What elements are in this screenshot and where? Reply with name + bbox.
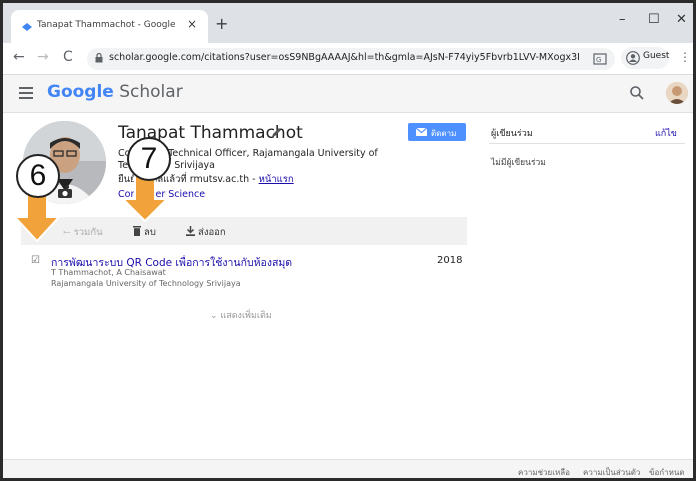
annotation-callout-6: 6	[16, 154, 60, 198]
tab-strip: Tanapat Thammachot - Google S × + – ☐ ✕	[3, 3, 693, 43]
google-scholar-logo[interactable]: Google Scholar	[47, 82, 183, 102]
merge-icon: ⤚	[63, 227, 74, 238]
footer-terms-link[interactable]: ข้อกำหนด	[649, 466, 685, 478]
svg-text:G: G	[596, 56, 601, 64]
page-footer: ความช่วยเหลือ ความเป็นส่วนตัว ข้อกำหนด	[3, 459, 693, 478]
article-authors: T Thammachot, A Chaisawat	[51, 268, 166, 277]
guest-profile-button[interactable]: Guest	[621, 47, 669, 69]
download-icon	[186, 226, 195, 236]
tab-close-icon[interactable]: ×	[187, 17, 197, 31]
address-bar-row: ← → C scholar.google.com/citations?user=…	[3, 43, 693, 75]
avatar-image-icon	[666, 82, 688, 104]
tab-title: Tanapat Thammachot - Google S	[37, 20, 177, 30]
homepage-link[interactable]: หน้าแรก	[259, 174, 294, 185]
article-venue: Rajamangala University of Technology Sri…	[51, 279, 241, 288]
show-more-button[interactable]: ⌄ แสดงเพิ่มเติม	[210, 308, 272, 322]
export-button[interactable]: ส่งออก	[186, 225, 226, 240]
logo-scholar: Scholar	[113, 82, 183, 102]
chevron-down-icon: ⌄	[210, 311, 221, 321]
person-icon	[626, 51, 640, 65]
reload-button[interactable]: C	[63, 49, 73, 65]
browser-menu-icon[interactable]: ⋮	[679, 50, 691, 64]
scholar-favicon-icon	[22, 23, 32, 31]
article-toolbar: ⤚ รวมกัน ลบ ส่งออก	[21, 217, 467, 245]
guest-label: Guest	[643, 51, 670, 61]
footer-help-link[interactable]: ความช่วยเหลือ	[518, 466, 570, 478]
translate-icon[interactable]: G	[593, 52, 607, 66]
hamburger-menu-icon[interactable]	[19, 87, 33, 99]
envelope-icon	[416, 128, 427, 136]
article-checkbox[interactable]: ☑	[31, 255, 40, 266]
coauthors-title: ผู้เขียนร่วม	[491, 129, 533, 139]
minimize-button[interactable]: –	[619, 12, 626, 27]
search-icon[interactable]	[629, 85, 645, 101]
logo-google: Google	[47, 82, 114, 102]
divider	[489, 143, 685, 144]
back-button[interactable]: ←	[13, 49, 25, 65]
scholar-header: Google Scholar	[3, 75, 693, 113]
forward-button[interactable]: →	[37, 49, 49, 65]
merge-label: รวมกัน	[73, 227, 103, 238]
delete-label: ลบ	[144, 227, 156, 238]
trash-icon	[133, 226, 141, 236]
browser-window: Tanapat Thammachot - Google S × + – ☐ ✕ …	[0, 0, 696, 481]
omnibox[interactable]: scholar.google.com/citations?user=osS9NB…	[87, 48, 615, 70]
maximize-button[interactable]: ☐	[648, 12, 660, 27]
annotation-callout-7: 7	[127, 137, 171, 181]
footer-privacy-link[interactable]: ความเป็นส่วนตัว	[583, 466, 640, 478]
new-tab-button[interactable]: +	[215, 16, 228, 32]
coauthors-empty-text: ไม่มีผู้เขียนร่วม	[491, 158, 546, 168]
lock-icon	[95, 53, 103, 63]
url-text[interactable]: scholar.google.com/citations?user=osS9NB…	[109, 52, 579, 63]
export-label: ส่งออก	[198, 227, 226, 238]
show-more-label: แสดงเพิ่มเติม	[220, 311, 272, 321]
close-window-button[interactable]: ✕	[676, 12, 687, 27]
merge-button[interactable]: ⤚ รวมกัน	[63, 225, 103, 240]
follow-label: ติดตาม	[431, 129, 457, 138]
browser-tab[interactable]: Tanapat Thammachot - Google S ×	[11, 10, 208, 43]
article-year[interactable]: 2018	[437, 255, 462, 266]
coauthors-edit-link[interactable]: แก้ไข	[655, 126, 677, 140]
avatar[interactable]	[666, 82, 688, 104]
pencil-edit-icon[interactable]	[271, 127, 282, 138]
delete-button[interactable]: ลบ	[133, 225, 156, 240]
follow-button[interactable]: ติดตาม	[408, 123, 466, 141]
